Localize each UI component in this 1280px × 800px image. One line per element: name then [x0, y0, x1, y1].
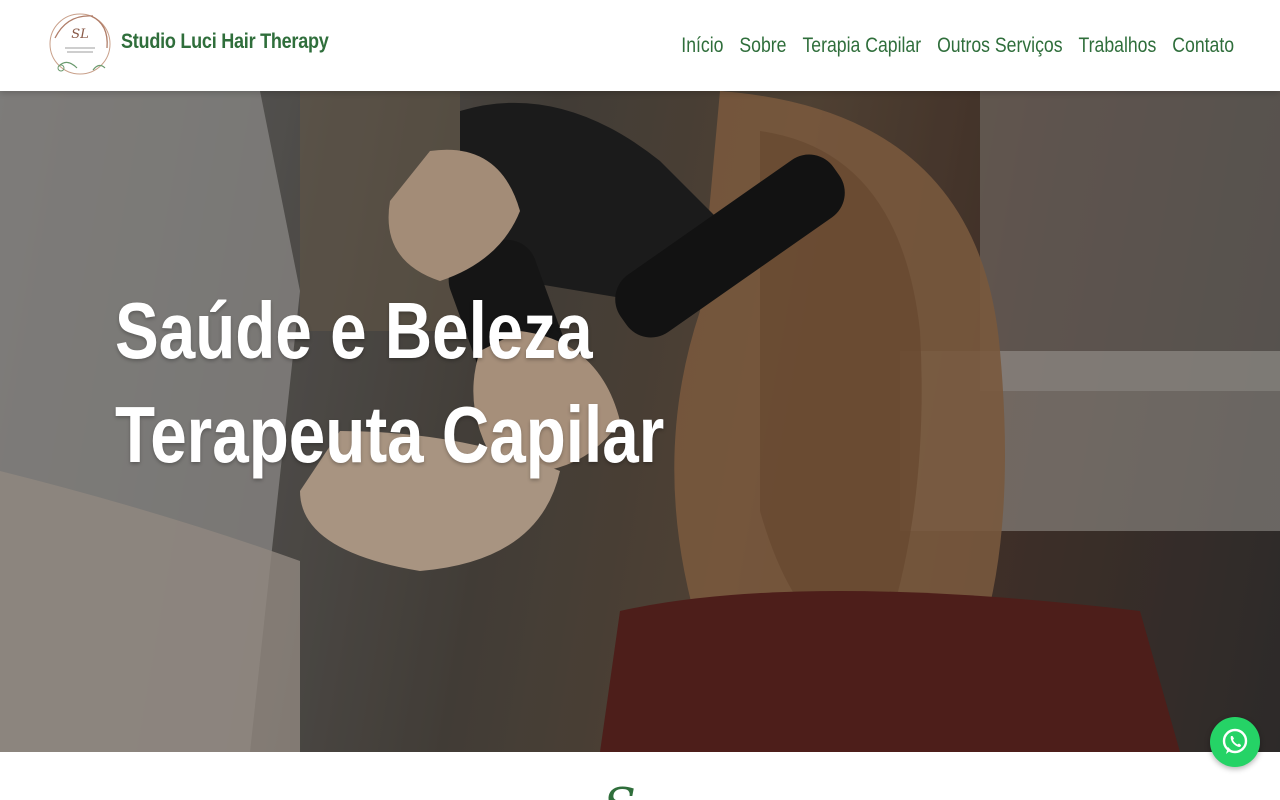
site-header: SL Studio Luci Hair Therapy Início Sobre… — [0, 0, 1280, 91]
nav-item-inicio[interactable]: Início — [681, 34, 723, 58]
whatsapp-button[interactable] — [1210, 717, 1260, 767]
nav-item-trabalhos[interactable]: Trabalhos — [1078, 34, 1156, 58]
hero-title-line-1: Saúde e Beleza — [115, 286, 593, 375]
logo[interactable]: SL — [47, 8, 113, 80]
brand-name[interactable]: Studio Luci Hair Therapy — [121, 30, 329, 54]
nav-item-terapia-capilar[interactable]: Terapia Capilar — [802, 34, 921, 58]
nav-item-sobre[interactable]: Sobre — [739, 34, 786, 58]
hero-title-line-2: Terapeuta Capilar — [115, 390, 665, 479]
whatsapp-icon — [1222, 728, 1248, 754]
nav-item-contato[interactable]: Contato — [1172, 34, 1234, 58]
svg-text:SL: SL — [71, 27, 89, 42]
main-nav: Início Sobre Terapia Capilar Outros Serv… — [665, 31, 1234, 61]
hero-banner: Saúde e Beleza Terapeuta Capilar — [0, 91, 1280, 752]
logo-emblem-icon: SL — [49, 13, 111, 75]
next-section: S — [0, 752, 1280, 800]
section-heading-partial: S — [603, 782, 636, 800]
nav-item-outros-servicos[interactable]: Outros Serviços — [937, 34, 1062, 58]
hero-title: Saúde e Beleza Terapeuta Capilar — [70, 279, 665, 487]
